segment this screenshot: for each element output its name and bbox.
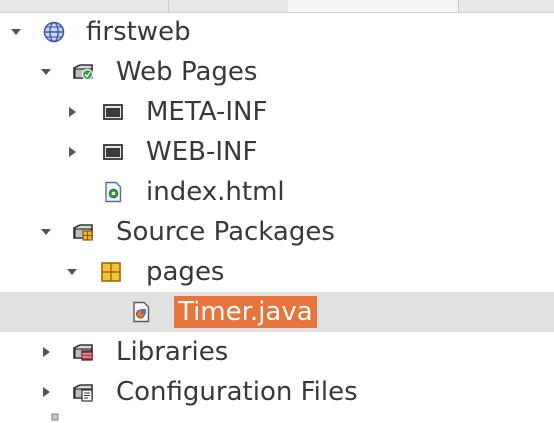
tree-node-label: Libraries: [116, 337, 229, 367]
chevron-right-icon[interactable]: [40, 386, 52, 398]
tree-node-index-html[interactable]: index.html: [0, 172, 554, 212]
chevron-right-icon[interactable]: [40, 346, 52, 358]
partial-icon: [51, 413, 59, 421]
html-file-icon: [105, 181, 122, 203]
tree-node-source-packages[interactable]: Source Packages: [0, 212, 554, 252]
chevron-right-icon[interactable]: [66, 146, 78, 158]
tree-node-label: pages: [146, 257, 225, 287]
chevron-down-icon[interactable]: [66, 266, 78, 278]
tab[interactable]: [288, 0, 459, 12]
folder-icon: [103, 104, 123, 120]
libraries-icon: [73, 344, 93, 361]
configuration-files-icon: [73, 384, 93, 402]
tab[interactable]: [0, 0, 169, 12]
java-file-icon: [133, 301, 150, 323]
tree-node-label: Web Pages: [116, 57, 258, 87]
tree-node-label: Source Packages: [116, 217, 335, 247]
tree-node-libraries[interactable]: Libraries: [0, 332, 554, 372]
tab[interactable]: [168, 0, 289, 12]
tree-node-label: Timer.java: [174, 296, 317, 328]
source-packages-icon: [73, 224, 93, 241]
tree-node-web-pages[interactable]: Web Pages: [0, 52, 554, 92]
tree-node-label: firstweb: [86, 17, 191, 47]
tree-node-configuration-files[interactable]: Configuration Files: [0, 372, 554, 412]
chevron-down-icon[interactable]: [40, 66, 52, 78]
tree-node-firstweb[interactable]: firstweb: [0, 12, 554, 52]
tree-node-meta-inf[interactable]: META-INF: [0, 92, 554, 132]
tree-node-label: META-INF: [146, 97, 268, 127]
tree-node-label: Configuration Files: [116, 377, 358, 407]
globe-icon: [43, 21, 65, 43]
tree-node-label: WEB-INF: [146, 137, 258, 167]
chevron-down-icon[interactable]: [10, 26, 22, 38]
chevron-down-icon[interactable]: [40, 226, 52, 238]
tree-node-web-inf[interactable]: WEB-INF: [0, 132, 554, 172]
folder-icon: [103, 144, 123, 160]
web-pages-folder-icon: [73, 64, 94, 81]
tree-node-partial[interactable]: [0, 410, 554, 423]
package-icon: [101, 262, 121, 282]
tree-node-label: index.html: [146, 177, 285, 207]
tree-node-timer-java[interactable]: Timer.java: [0, 292, 554, 332]
chevron-right-icon[interactable]: [66, 106, 78, 118]
tree-node-pages[interactable]: pages: [0, 252, 554, 292]
